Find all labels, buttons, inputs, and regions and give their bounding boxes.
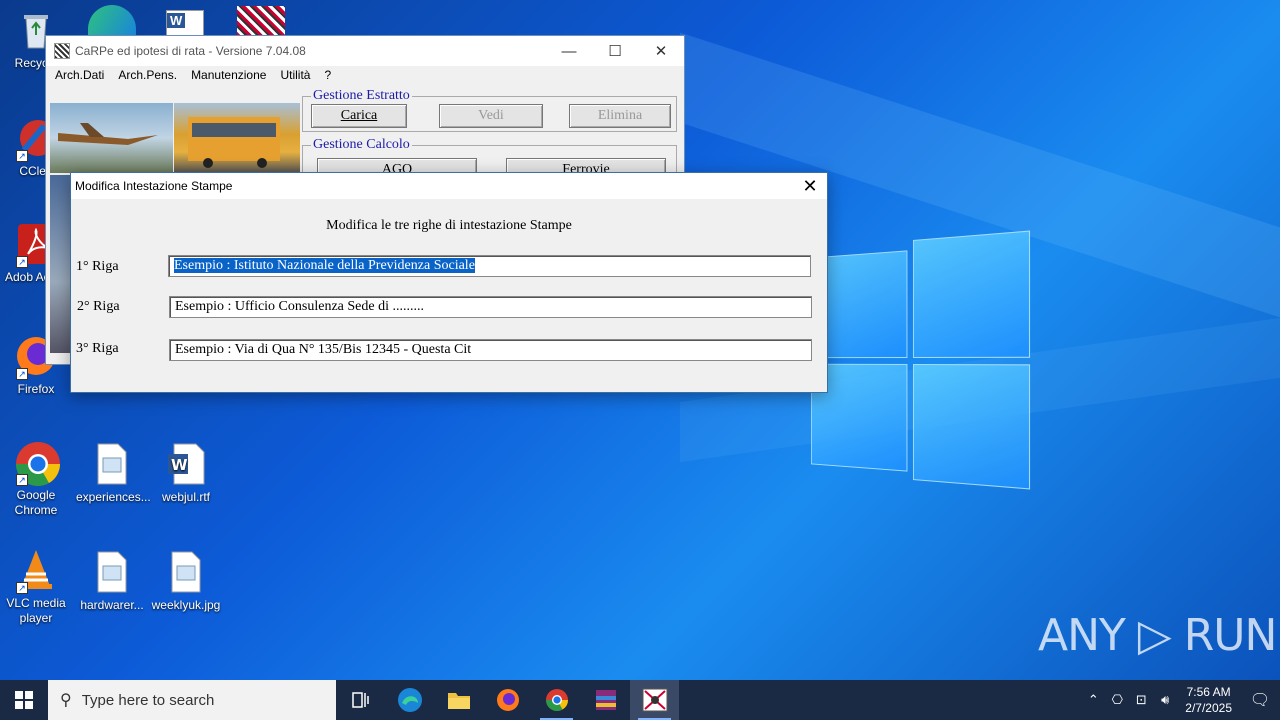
elimina-button[interactable]: Elimina: [569, 104, 671, 128]
app-titlebar[interactable]: CaRPe ed ipotesi di rata - Versione 7.04…: [46, 36, 684, 66]
bus-photo: [174, 103, 300, 173]
clock-date: 2/7/2025: [1185, 701, 1232, 715]
menu-arch-dati[interactable]: Arch.Dati: [48, 66, 111, 86]
desktop-icon-label: hardwarer...: [80, 598, 144, 612]
desktop-icon-vlc[interactable]: ↗ VLC media player: [0, 548, 72, 626]
svg-text:W: W: [171, 456, 188, 474]
gestione-calcolo-legend: Gestione Calcolo: [311, 137, 412, 153]
row1-input[interactable]: Esempio : Istituto Nazionale della Previ…: [168, 255, 811, 277]
gestione-estratto-legend: Gestione Estratto: [311, 88, 412, 104]
task-view-button[interactable]: [336, 680, 385, 720]
minimize-button[interactable]: —: [546, 36, 592, 66]
desktop-icon-edge-partial[interactable]: [88, 5, 136, 35]
jet-photo: [50, 103, 173, 173]
vedi-button[interactable]: Vedi: [439, 104, 543, 128]
winrar-icon: [595, 690, 616, 710]
desktop-icon-webjul[interactable]: W webjul.rtf: [150, 442, 222, 505]
desktop-icon-label: weeklyuk.jpg: [151, 598, 221, 612]
chrome-icon: [545, 689, 568, 711]
app-menubar: Arch.Dati Arch.Pens. Manutenzione Utilit…: [46, 66, 684, 86]
anyrun-watermark: ANY ▷ RUN: [1038, 610, 1277, 661]
row2-input[interactable]: Esempio : Ufficio Consulenza Sede di ...…: [169, 296, 812, 318]
close-button[interactable]: ✕: [638, 36, 684, 66]
desktop-icon-label: experiences...: [76, 490, 151, 504]
taskbar-chrome[interactable]: [532, 680, 581, 720]
taskbar-firefox[interactable]: [483, 680, 532, 720]
shortcut-arrow-icon: ↗: [16, 582, 28, 594]
dialog-titlebar[interactable]: Modifica Intestazione Stampe ✕: [71, 173, 827, 199]
start-button[interactable]: [0, 680, 48, 720]
row1-input-value: Esempio : Istituto Nazionale della Previ…: [174, 258, 475, 273]
taskbar-carpe[interactable]: [630, 680, 679, 720]
modifica-intestazione-dialog[interactable]: Modifica Intestazione Stampe ✕ Modifica …: [70, 172, 828, 393]
dialog-title: Modifica Intestazione Stampe: [75, 179, 233, 193]
taskbar: ⚲ Type here to search ⌃ ⎔ ⊡ 🔊︎ 7:56 AM 2…: [0, 680, 1280, 720]
carpe-app-icon: [642, 688, 667, 712]
desktop-icon-experiences[interactable]: experiences...: [76, 442, 151, 505]
vlc-icon: ↗: [14, 548, 58, 594]
image-file-icon: [90, 442, 134, 486]
word-icon: W: [167, 13, 186, 28]
taskbar-file-explorer[interactable]: [434, 680, 483, 720]
volume-icon[interactable]: 🔊︎: [1153, 692, 1177, 708]
search-placeholder: Type here to search: [81, 691, 215, 709]
windows-start-icon: [15, 691, 33, 709]
row3-label: 3° Riga: [76, 341, 119, 356]
chevron-up-icon[interactable]: ⌃: [1081, 692, 1105, 708]
firefox-icon: [496, 689, 519, 711]
maximize-button[interactable]: ☐: [592, 36, 638, 66]
word-document-icon: W: [164, 442, 208, 486]
shortcut-arrow-icon: ↗: [16, 368, 28, 380]
desktop-icon-label: Firefox: [17, 382, 55, 396]
windows-logo: [811, 230, 1031, 490]
desktop-icon-label: Google Chrome: [14, 488, 58, 517]
folder-icon: [447, 693, 470, 709]
desktop-icon-word-partial[interactable]: W: [166, 10, 204, 36]
menu-help[interactable]: ?: [317, 66, 338, 86]
desktop-icon-hardwarer[interactable]: hardwarer...: [76, 550, 148, 613]
search-icon: ⚲: [60, 692, 72, 709]
app-title: CaRPe ed ipotesi di rata - Versione 7.04…: [75, 44, 306, 58]
sky-photo: [50, 175, 72, 353]
menu-utilita[interactable]: Utilità: [273, 66, 317, 86]
shortcut-arrow-icon: ↗: [16, 474, 28, 486]
desktop-icon-carpe-partial[interactable]: [237, 6, 285, 36]
notification-icon[interactable]: 🗨︎: [1240, 690, 1280, 710]
desktop-icon-label: webjul.rtf: [161, 490, 211, 504]
taskbar-search-box[interactable]: ⚲ Type here to search: [48, 680, 336, 720]
menu-manutenzione[interactable]: Manutenzione: [184, 66, 273, 86]
row1-label: 1° Riga: [76, 259, 119, 274]
app-icon: [54, 43, 70, 59]
dialog-instruction: Modifica le tre righe di intestazione St…: [326, 218, 572, 233]
gestione-estratto-group: Gestione Estratto Carica Vedi Elimina: [302, 88, 677, 132]
desktop-icon-weeklyuk[interactable]: weeklyuk.jpg: [150, 550, 222, 613]
edge-icon: [397, 688, 422, 712]
taskbar-winrar[interactable]: [581, 680, 630, 720]
image-file-icon: [164, 550, 208, 594]
carica-button[interactable]: Carica: [311, 104, 407, 128]
meet-now-icon[interactable]: ⎔: [1105, 692, 1129, 708]
network-icon[interactable]: ⊡: [1129, 692, 1153, 708]
taskbar-clock[interactable]: 7:56 AM 2/7/2025: [1177, 684, 1240, 716]
dialog-close-button[interactable]: ✕: [793, 173, 827, 199]
clock-time: 7:56 AM: [1186, 685, 1231, 699]
menu-arch-pens[interactable]: Arch.Pens.: [111, 66, 184, 86]
task-view-icon: [351, 692, 369, 708]
row2-label: 2° Riga: [77, 299, 120, 314]
row3-input[interactable]: Esempio : Via di Qua N° 135/Bis 12345 - …: [169, 339, 812, 361]
system-tray: ⌃ ⎔ ⊡ 🔊︎ 7:56 AM 2/7/2025 🗨︎: [1081, 684, 1280, 716]
desktop-icon-label: VLC media player: [6, 596, 66, 625]
image-file-icon: [90, 550, 134, 594]
shortcut-arrow-icon: ↗: [16, 150, 28, 162]
desktop-icon-chrome[interactable]: ↗ Google Chrome: [0, 440, 72, 518]
taskbar-edge[interactable]: [385, 680, 434, 720]
shortcut-arrow-icon: ↗: [16, 256, 28, 268]
chrome-icon: ↗: [14, 440, 60, 486]
